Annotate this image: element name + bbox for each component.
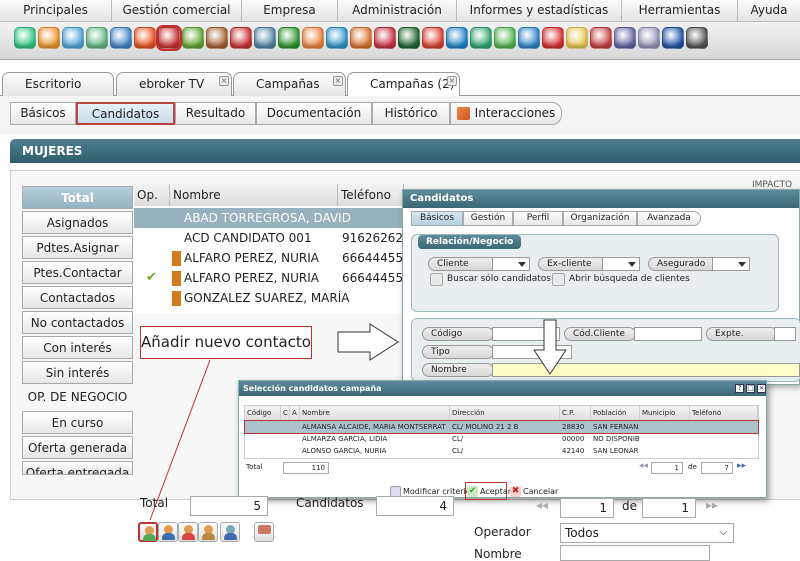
close-icon[interactable]: × — [757, 384, 766, 393]
col-header-cp[interactable]: C.P. — [560, 406, 591, 420]
cell-nombre: ALMANSA ALCAIDE, MARIA MONTSERRAT — [302, 423, 446, 431]
col-header-a[interactable]: A — [290, 406, 300, 420]
cell-cp: 00000 — [562, 435, 585, 443]
user-group-button[interactable] — [220, 522, 240, 542]
page-input[interactable]: 1 — [651, 462, 683, 474]
cell-direccion: CL/ — [452, 435, 464, 443]
aceptar-button[interactable]: ✔ Aceptar — [465, 482, 511, 500]
operador-select[interactable]: Todos ⌵ — [560, 523, 734, 543]
cell-cp: 28830 — [562, 423, 585, 431]
page-input[interactable]: 1 — [560, 498, 614, 518]
cell-poblacion: SAN FERNANDO — [593, 423, 639, 431]
table-row[interactable]: ALMANSA ALCAIDE, MARIA MONTSERRAT CL/ MO… — [244, 420, 759, 434]
help-icon[interactable]: ? — [735, 384, 744, 393]
user-assign-button[interactable] — [178, 522, 198, 542]
candidatos-value: 4 — [376, 496, 454, 516]
next-page-icon[interactable]: ▸▸ — [706, 498, 718, 512]
print-icon — [258, 525, 271, 534]
cell-poblacion: SAN LEONARDO — [593, 447, 639, 455]
user-remove-button[interactable] — [198, 522, 218, 542]
person-body — [143, 534, 156, 541]
col-header-nombre[interactable]: Nombre — [300, 406, 450, 420]
cell-direccion: CL/ — [452, 447, 464, 455]
next-page-icon[interactable]: ▸▸ — [737, 461, 746, 471]
cell-direccion: CL/ MOLINO 21 2 B — [452, 423, 519, 431]
user-action-button[interactable] — [158, 522, 178, 542]
person-body — [224, 533, 237, 540]
maximize-icon[interactable]: □ — [746, 384, 755, 393]
arrow-down-shape — [533, 319, 567, 375]
person-body — [182, 533, 195, 540]
print-button[interactable] — [254, 522, 274, 542]
arrow-right-shape — [337, 323, 399, 361]
first-page-icon[interactable]: ◂◂ — [536, 498, 548, 512]
page-of-label: de — [688, 463, 697, 471]
candidatos-label: Candidatos — [296, 496, 364, 510]
person-body — [162, 533, 175, 540]
page-count: 7 — [701, 462, 733, 474]
operador-value: Todos — [565, 526, 599, 540]
cell-nombre: ALONSO GARCIA, NURIA — [302, 447, 387, 455]
seleccion-candidatos-dialog: Selección candidatos campaña ? □ × Códig… — [238, 380, 767, 500]
chevron-down-icon: ⌵ — [719, 527, 727, 538]
cancelar-button[interactable]: ✖ Cancelar — [509, 485, 558, 499]
cancel-icon: ✖ — [510, 486, 521, 497]
table-row[interactable]: ALONSO GARCIA, NURIA CL/ 42140 SAN LEONA… — [245, 445, 758, 457]
cell-poblacion: NO DISPONIBLE — [593, 435, 639, 443]
seleccion-grid: Código C A Nombre Dirección C.P. Poblaci… — [244, 405, 759, 459]
total-label: Total — [140, 496, 169, 510]
col-header-direccion[interactable]: Dirección — [450, 406, 560, 420]
nombre-input[interactable] — [560, 545, 710, 561]
dialog-title: Selección candidatos campaña — [239, 381, 766, 396]
first-page-icon[interactable]: ◂◂ — [639, 461, 648, 471]
operador-label: Operador — [474, 525, 531, 539]
button-label: Aceptar — [480, 487, 512, 496]
page-of-label: de — [622, 499, 637, 513]
col-header-codigo[interactable]: Código — [245, 406, 281, 420]
page-count: 1 — [642, 498, 696, 518]
col-header-poblacion[interactable]: Población — [591, 406, 640, 420]
check-icon: ✔ — [467, 486, 478, 497]
total-value: 110 — [283, 462, 329, 474]
col-header-c[interactable]: C — [281, 406, 290, 420]
cell-nombre: ALMARZA GARCIA, LIDIA — [302, 435, 388, 443]
total-value: 5 — [190, 496, 268, 516]
total-label: Total — [246, 463, 263, 471]
add-contact-button[interactable] — [138, 522, 158, 542]
button-label: Cancelar — [523, 487, 559, 496]
cell-cp: 42140 — [562, 447, 585, 455]
col-header-telefono[interactable]: Teléfono — [690, 406, 758, 420]
col-header-municipio[interactable]: Municipio — [640, 406, 690, 420]
nombre-label: Nombre — [474, 547, 522, 561]
table-row[interactable]: ALMARZA GARCIA, LIDIA CL/ 00000 NO DISPO… — [245, 433, 758, 445]
person-body — [202, 533, 215, 540]
